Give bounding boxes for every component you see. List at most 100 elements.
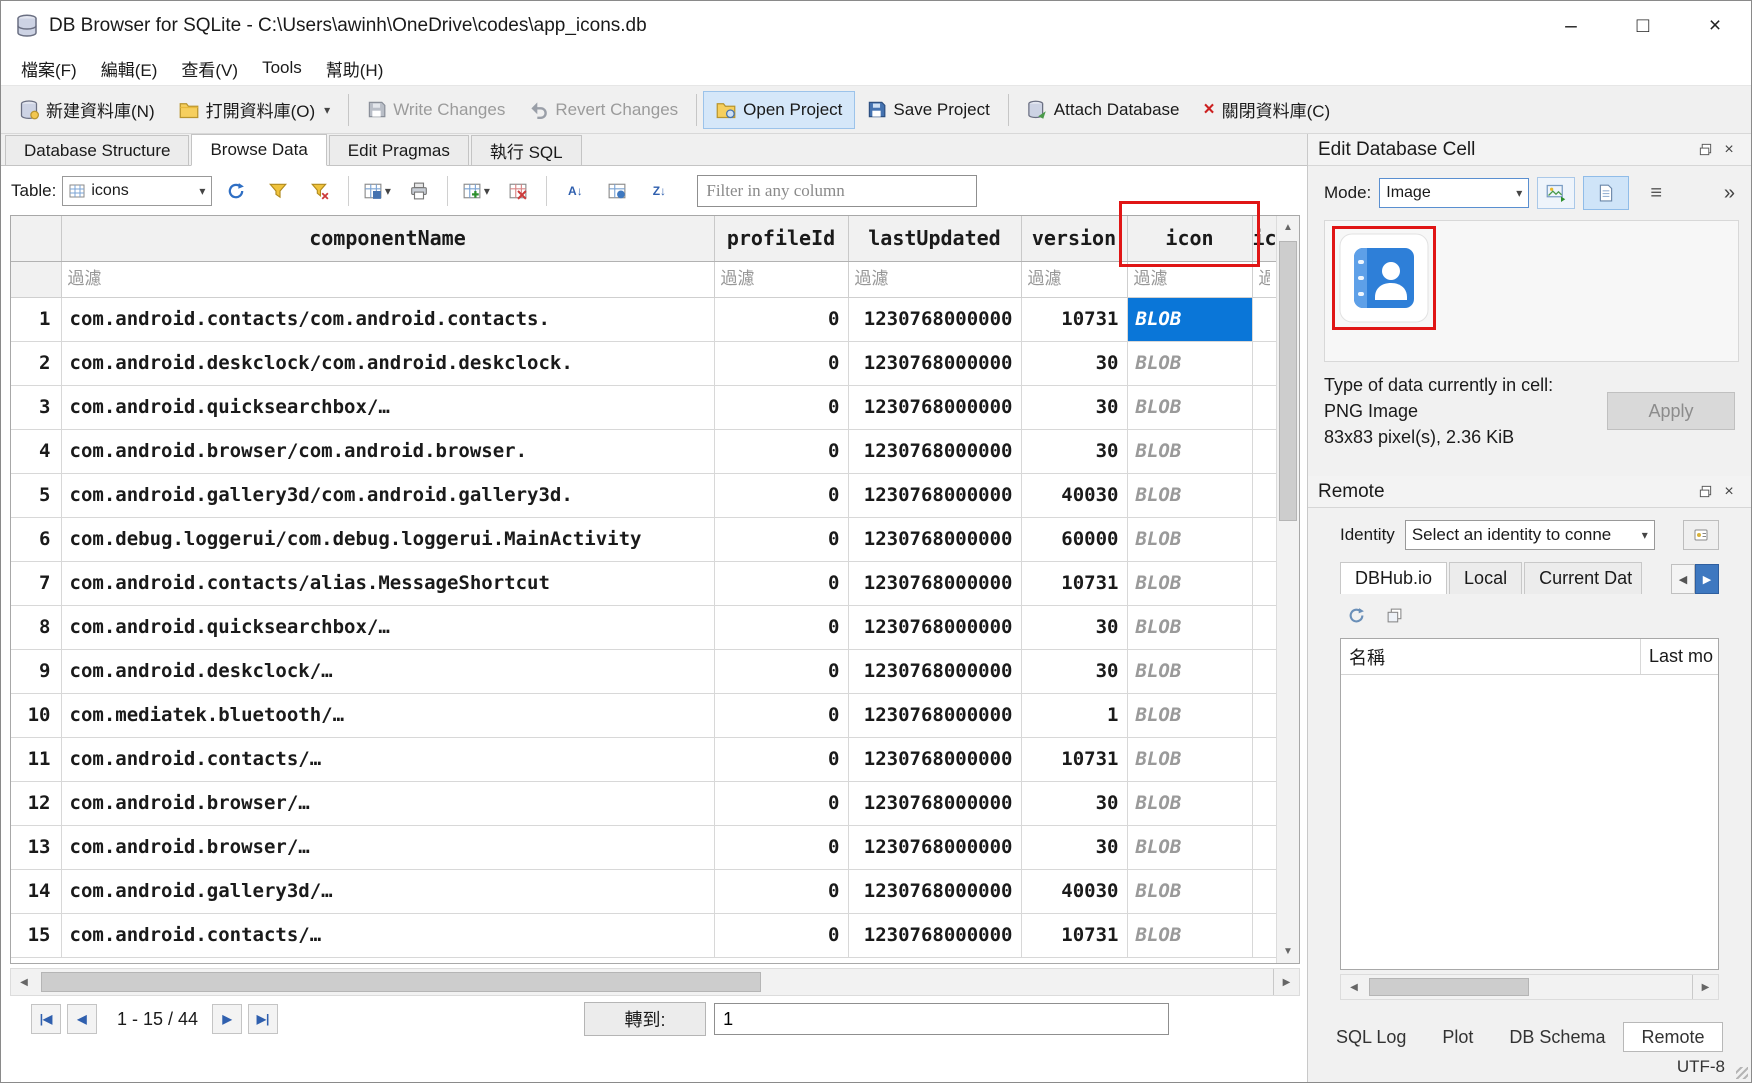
close-database-button[interactable]: × 關閉資料庫(C) [1192,91,1343,129]
cell-lastUpdated[interactable]: 1230768000000 [848,693,1021,737]
open-database-button[interactable]: 打開資料庫(O) ▾ [167,91,343,129]
cell-version[interactable]: 40030 [1021,473,1127,517]
cell-componentName[interactable]: com.android.quicksearchbox/… [61,385,714,429]
row-number[interactable]: 15 [11,913,61,957]
remote-refresh-button[interactable] [1342,602,1370,628]
cell-lastUpdated[interactable]: 1230768000000 [848,473,1021,517]
cell-icon[interactable]: BLOB [1127,429,1252,473]
cell-version[interactable]: 30 [1021,385,1127,429]
cell-profileId[interactable]: 0 [714,605,848,649]
open-project-button[interactable]: Open Project [703,91,855,129]
cell-profileId[interactable]: 0 [714,737,848,781]
cell-lastUpdated[interactable]: 1230768000000 [848,561,1021,605]
row-number[interactable]: 4 [11,429,61,473]
cell-componentName[interactable]: com.android.deskclock/com.android.deskcl… [61,341,714,385]
encoding-label[interactable]: UTF-8 [1677,1057,1725,1077]
cell-profileId[interactable]: 0 [714,473,848,517]
cell-overflow[interactable] [1252,561,1276,605]
filter-input-profileId[interactable] [715,262,848,297]
scroll-left-icon[interactable]: ◀ [1341,975,1367,999]
corner-header[interactable] [11,216,61,261]
cell-componentName[interactable]: com.android.browser/… [61,781,714,825]
remote-scrollbar-thumb[interactable] [1369,978,1529,996]
row-number[interactable]: 13 [11,825,61,869]
cell-lastUpdated[interactable]: 1230768000000 [848,297,1021,341]
sort-descending-button[interactable]: Z↓ [641,174,677,208]
menu-view[interactable]: 查看(V) [169,56,250,81]
row-number[interactable]: 3 [11,385,61,429]
write-changes-button[interactable]: Write Changes [355,91,517,129]
menu-file[interactable]: 檔案(F) [9,56,89,81]
revert-changes-button[interactable]: Revert Changes [517,91,690,129]
cell-version[interactable]: 1 [1021,693,1127,737]
cell-componentName[interactable]: com.android.deskclock/… [61,649,714,693]
cell-overflow[interactable] [1252,825,1276,869]
minimize-button[interactable]: – [1535,1,1607,51]
horizontal-scrollbar-thumb[interactable] [41,972,761,992]
cell-componentName[interactable]: com.android.contacts/… [61,737,714,781]
cell-overflow[interactable] [1252,869,1276,913]
cell-lastUpdated[interactable]: 1230768000000 [848,605,1021,649]
column-header-componentName[interactable]: componentName [61,216,714,261]
vertical-scrollbar[interactable]: ▲ ▼ [1276,216,1299,963]
cell-overflow[interactable] [1252,385,1276,429]
row-number[interactable]: 5 [11,473,61,517]
menu-help[interactable]: 幫助(H) [314,56,396,81]
column-header-icon[interactable]: icon [1127,216,1252,261]
menu-tools[interactable]: Tools [250,58,314,78]
last-page-button[interactable]: ▶| [248,1004,278,1034]
cell-icon[interactable]: BLOB [1127,781,1252,825]
cell-version[interactable]: 30 [1021,341,1127,385]
filter-any-column-input[interactable] [697,175,977,207]
cell-overflow[interactable] [1252,649,1276,693]
cell-profileId[interactable]: 0 [714,517,848,561]
column-header-version[interactable]: version [1021,216,1127,261]
tab-database-structure[interactable]: Database Structure [5,135,189,165]
sort-ascending-button[interactable]: A↓ [557,174,593,208]
float-panel-icon[interactable] [1693,139,1717,161]
cell-componentName[interactable]: com.android.contacts/… [61,913,714,957]
float-panel-icon[interactable] [1693,481,1717,503]
cell-profileId[interactable]: 0 [714,429,848,473]
cell-version[interactable]: 30 [1021,605,1127,649]
row-number[interactable]: 12 [11,781,61,825]
cell-overflow[interactable] [1252,517,1276,561]
cell-version[interactable]: 30 [1021,781,1127,825]
resize-grip[interactable] [1736,1067,1748,1079]
toolbar-overflow-button[interactable]: » [1720,182,1739,205]
row-number[interactable]: 9 [11,649,61,693]
scroll-right-icon[interactable]: ▶ [1692,975,1718,999]
cell-profileId[interactable]: 0 [714,561,848,605]
cell-componentName[interactable]: com.android.quicksearchbox/… [61,605,714,649]
first-page-button[interactable]: |◀ [31,1004,61,1034]
cell-version[interactable]: 10731 [1021,737,1127,781]
horizontal-scrollbar[interactable]: ◀ ▶ [10,968,1300,996]
column-header-profileId[interactable]: profileId [714,216,848,261]
next-page-button[interactable]: ▶ [212,1004,242,1034]
cell-profileId[interactable]: 0 [714,341,848,385]
word-wrap-button[interactable]: ≡ [1637,177,1675,209]
cell-lastUpdated[interactable]: 1230768000000 [848,517,1021,561]
column-header-lastUpdated[interactable]: lastUpdated [848,216,1021,261]
cell-profileId[interactable]: 0 [714,693,848,737]
close-button[interactable]: × [1679,1,1751,51]
cell-version[interactable]: 10731 [1021,561,1127,605]
previous-page-button[interactable]: ◀ [67,1004,97,1034]
cell-lastUpdated[interactable]: 1230768000000 [848,913,1021,957]
cell-version[interactable]: 10731 [1021,297,1127,341]
cell-lastUpdated[interactable]: 1230768000000 [848,737,1021,781]
scroll-up-icon[interactable]: ▲ [1277,216,1299,239]
cell-version[interactable]: 40030 [1021,869,1127,913]
cell-profileId[interactable]: 0 [714,781,848,825]
remote-column-name[interactable]: 名稱 [1341,639,1641,674]
remote-horizontal-scrollbar[interactable]: ◀ ▶ [1340,974,1719,1000]
cell-icon[interactable]: BLOB [1127,341,1252,385]
remote-clone-button[interactable] [1380,602,1408,628]
save-project-button[interactable]: Save Project [855,91,1001,129]
table-select[interactable]: icons ▾ [62,176,212,206]
cell-profileId[interactable]: 0 [714,297,848,341]
cell-icon[interactable]: BLOB [1127,737,1252,781]
cell-icon[interactable]: BLOB [1127,605,1252,649]
cell-icon[interactable]: BLOB [1127,693,1252,737]
filter-input-version[interactable] [1022,262,1127,297]
